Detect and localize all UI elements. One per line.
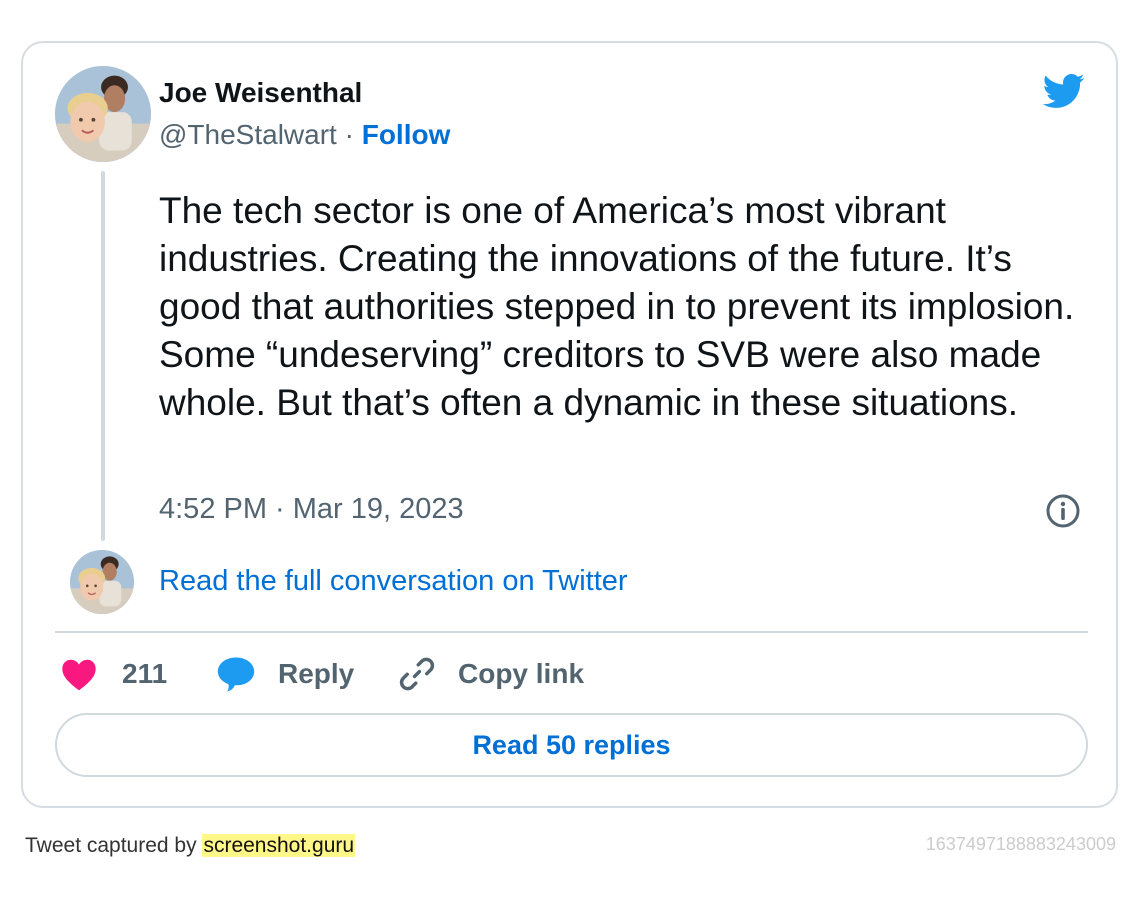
like-button[interactable]: 211 [60, 655, 167, 693]
follow-link[interactable]: Follow [362, 119, 451, 150]
speech-bubble-icon [217, 657, 255, 692]
author-name[interactable]: Joe Weisenthal [159, 77, 362, 109]
author-handle[interactable]: @TheStalwart [159, 119, 337, 150]
footer-captured-text: Tweet captured by [25, 834, 197, 857]
separator-dot: · [344, 119, 354, 150]
reply-label: Reply [278, 658, 355, 689]
thread-line [101, 171, 105, 541]
copy-link-button[interactable]: Copy link [398, 655, 584, 693]
link-icon [399, 657, 435, 691]
like-count: 211 [122, 658, 168, 689]
read-full-conversation-link[interactable]: Read the full conversation on Twitter [159, 565, 628, 598]
twitter-bird-icon[interactable] [1039, 69, 1087, 113]
tweet-card: Joe Weisenthal @TheStalwart · Follow The… [21, 41, 1118, 808]
heart-icon [62, 659, 96, 691]
tweet-timestamp[interactable]: 4:52 PM · Mar 19, 2023 [159, 493, 464, 526]
divider [55, 631, 1088, 633]
tweet-id: 1637497188883243009 [925, 834, 1116, 854]
reply-button[interactable]: Reply [216, 655, 354, 693]
author-avatar[interactable] [55, 66, 151, 162]
tweet-text: The tech sector is one of America’s most… [159, 190, 1075, 423]
screenshot-guru-link[interactable]: screenshot.guru [202, 834, 356, 857]
footer-caption: Tweet captured by screenshot.guru [25, 834, 356, 858]
copy-link-label: Copy link [458, 658, 585, 689]
author-avatar-small[interactable] [70, 550, 134, 614]
read-replies-button[interactable]: Read 50 replies [55, 713, 1088, 777]
author-handle-line: @TheStalwart · Follow [159, 119, 450, 151]
info-icon[interactable] [1045, 493, 1081, 529]
